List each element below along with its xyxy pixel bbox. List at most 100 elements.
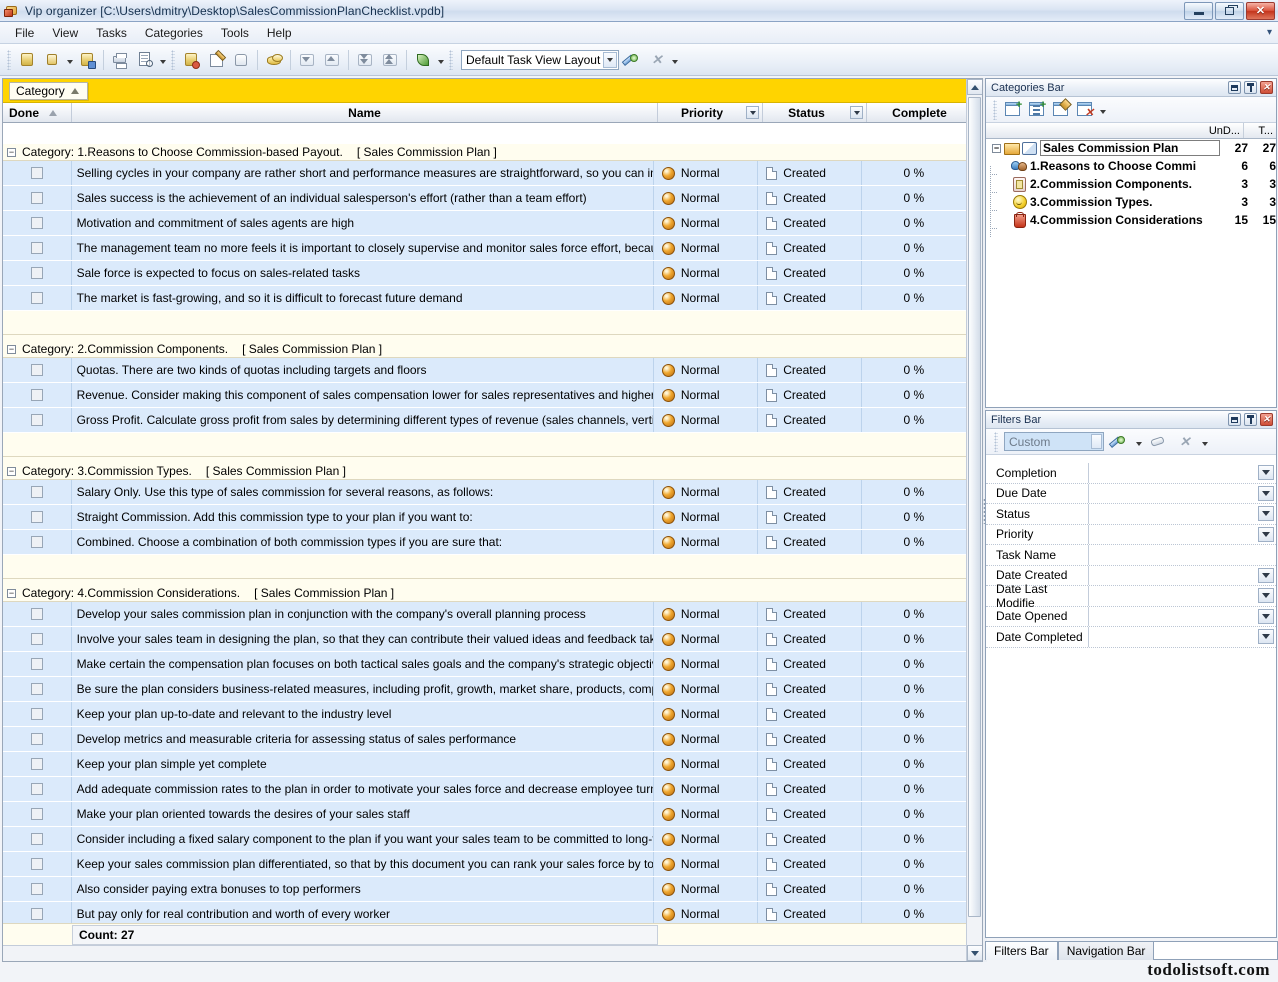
table-row[interactable]: Also consider paying extra bonuses to to… — [3, 877, 966, 902]
done-cell[interactable] — [3, 852, 72, 876]
task-name-cell[interactable]: The market is fast-growing, and so it is… — [72, 286, 654, 310]
scroll-down-button[interactable] — [967, 945, 982, 961]
done-checkbox[interactable] — [30, 192, 43, 204]
menu-help[interactable]: Help — [258, 23, 301, 43]
scroll-thumb[interactable] — [968, 97, 981, 917]
new-task-button[interactable] — [179, 48, 203, 72]
categories-toolbar-grip[interactable] — [993, 99, 997, 120]
priority-cell[interactable]: Normal — [654, 286, 759, 310]
table-row[interactable]: Make your plan oriented towards the desi… — [3, 802, 966, 827]
table-row[interactable]: Be sure the plan considers business-rela… — [3, 677, 966, 702]
filter-dropdown-icon[interactable] — [1258, 465, 1274, 481]
priority-cell[interactable]: Normal — [654, 186, 759, 210]
done-cell[interactable] — [3, 677, 72, 701]
table-row[interactable]: Motivation and commitment of sales agent… — [3, 211, 966, 236]
category-tree-node[interactable]: − Sales Commission Plan 27 27 — [986, 139, 1276, 157]
filter-dropdown-icon[interactable] — [1258, 629, 1274, 645]
filters-pin-button[interactable] — [1244, 413, 1257, 426]
complete-cell[interactable]: 0 % — [862, 286, 966, 310]
status-cell[interactable]: Created — [758, 877, 862, 901]
status-cell[interactable]: Created — [758, 802, 862, 826]
task-name-cell[interactable]: Develop metrics and measurable criteria … — [72, 727, 654, 751]
column-header-priority[interactable]: Priority — [658, 103, 763, 122]
done-cell[interactable] — [3, 261, 72, 285]
priority-cell[interactable]: Normal — [654, 261, 759, 285]
task-name-cell[interactable]: Also consider paying extra bonuses to to… — [72, 877, 654, 901]
status-cell[interactable]: Created — [758, 236, 862, 260]
column-header-done[interactable]: Done — [3, 103, 72, 122]
task-name-cell[interactable]: Keep your plan up-to-date and relevant t… — [72, 702, 654, 726]
done-cell[interactable] — [3, 505, 72, 529]
collapse-icon[interactable]: − — [7, 147, 16, 157]
done-checkbox[interactable] — [30, 833, 43, 845]
table-row[interactable]: The market is fast-growing, and so it is… — [3, 286, 966, 311]
priority-cell[interactable]: Normal — [654, 652, 759, 676]
collapse-icon[interactable]: − — [7, 344, 16, 354]
done-cell[interactable] — [3, 480, 72, 504]
filter-preset-arrow-icon[interactable] — [1091, 434, 1102, 449]
priority-cell[interactable]: Normal — [654, 802, 759, 826]
done-cell[interactable] — [3, 702, 72, 726]
done-cell[interactable] — [3, 652, 72, 676]
minimize-button[interactable] — [1184, 2, 1213, 20]
done-cell[interactable] — [3, 877, 72, 901]
done-cell[interactable] — [3, 286, 72, 310]
priority-cell[interactable]: Normal — [654, 383, 759, 407]
status-cell[interactable]: Created — [758, 752, 862, 776]
category-tree-node[interactable]: 3.Commission Types. 3 3 — [986, 193, 1276, 220]
task-name-cell[interactable]: Consider including a fixed salary compon… — [72, 827, 654, 851]
status-cell[interactable]: Created — [758, 261, 862, 285]
done-checkbox[interactable] — [30, 908, 43, 920]
filter-value-cell[interactable] — [1089, 463, 1276, 483]
delete-layout-button[interactable]: ✕ — [645, 48, 669, 72]
done-checkbox[interactable] — [30, 658, 43, 670]
priority-cell[interactable]: Normal — [654, 877, 759, 901]
done-cell[interactable] — [3, 602, 72, 626]
table-row[interactable]: The management team no more feels it is … — [3, 236, 966, 261]
open-database-button[interactable] — [40, 48, 64, 72]
status-filter-button[interactable] — [850, 106, 863, 119]
filter-value-cell[interactable] — [1089, 566, 1276, 586]
category-tree-node[interactable]: 2.Commission Components. 3 3 — [986, 175, 1276, 202]
apply-filter-button[interactable] — [1107, 430, 1131, 454]
task-name-cell[interactable]: Sales success is the achievement of an i… — [72, 186, 654, 210]
leaf-dropdown-icon[interactable] — [436, 50, 445, 70]
filter-value-cell[interactable] — [1089, 627, 1276, 647]
task-name-cell[interactable]: Sale force is expected to focus on sales… — [72, 261, 654, 285]
complete-cell[interactable]: 0 % — [862, 827, 966, 851]
complete-cell[interactable]: 0 % — [862, 877, 966, 901]
table-row[interactable]: Sales success is the achievement of an i… — [3, 186, 966, 211]
table-row[interactable]: Add adequate commission rates to the pla… — [3, 777, 966, 802]
priority-cell[interactable]: Normal — [654, 211, 759, 235]
filter-row[interactable]: Date Last Modifie — [986, 582, 1276, 610]
status-cell[interactable]: Created — [758, 727, 862, 751]
status-cell[interactable]: Created — [758, 186, 862, 210]
table-row[interactable]: Make certain the compensation plan focus… — [3, 652, 966, 677]
table-row[interactable]: Combined. Choose a combination of both c… — [3, 530, 966, 555]
priority-cell[interactable]: Normal — [654, 408, 759, 432]
status-cell[interactable]: Created — [758, 286, 862, 310]
task-name-cell[interactable]: Straight Commission. Add this commission… — [72, 505, 654, 529]
group-by-band[interactable]: Category — [3, 79, 982, 103]
priority-cell[interactable]: Normal — [654, 777, 759, 801]
task-name-cell[interactable]: Combined. Choose a combination of both c… — [72, 530, 654, 554]
move-bottom-button[interactable] — [353, 48, 377, 72]
task-name-cell[interactable]: Make your plan oriented towards the desi… — [72, 802, 654, 826]
complete-cell[interactable]: 0 % — [862, 261, 966, 285]
layout-combo-arrow-icon[interactable] — [603, 51, 617, 68]
done-cell[interactable] — [3, 827, 72, 851]
filter-dropdown-icon[interactable] — [1258, 588, 1274, 604]
table-row[interactable]: Sale force is expected to focus on sales… — [3, 261, 966, 286]
done-checkbox[interactable] — [30, 858, 43, 870]
status-cell[interactable]: Created — [758, 852, 862, 876]
maximize-button[interactable] — [1215, 2, 1244, 20]
table-row[interactable]: Keep your sales commission plan differen… — [3, 852, 966, 877]
complete-cell[interactable]: 0 % — [862, 852, 966, 876]
table-row[interactable]: Gross Profit. Calculate gross profit fro… — [3, 408, 966, 433]
status-cell[interactable]: Created — [758, 777, 862, 801]
move-down-button[interactable] — [295, 48, 319, 72]
category-group-row[interactable]: − Category: 4.Commission Considerations.[… — [3, 585, 966, 602]
complete-cell[interactable]: 0 % — [862, 408, 966, 432]
table-row[interactable]: Selling cycles in your company are rathe… — [3, 161, 966, 186]
filter-row[interactable]: Completion — [986, 463, 1276, 484]
